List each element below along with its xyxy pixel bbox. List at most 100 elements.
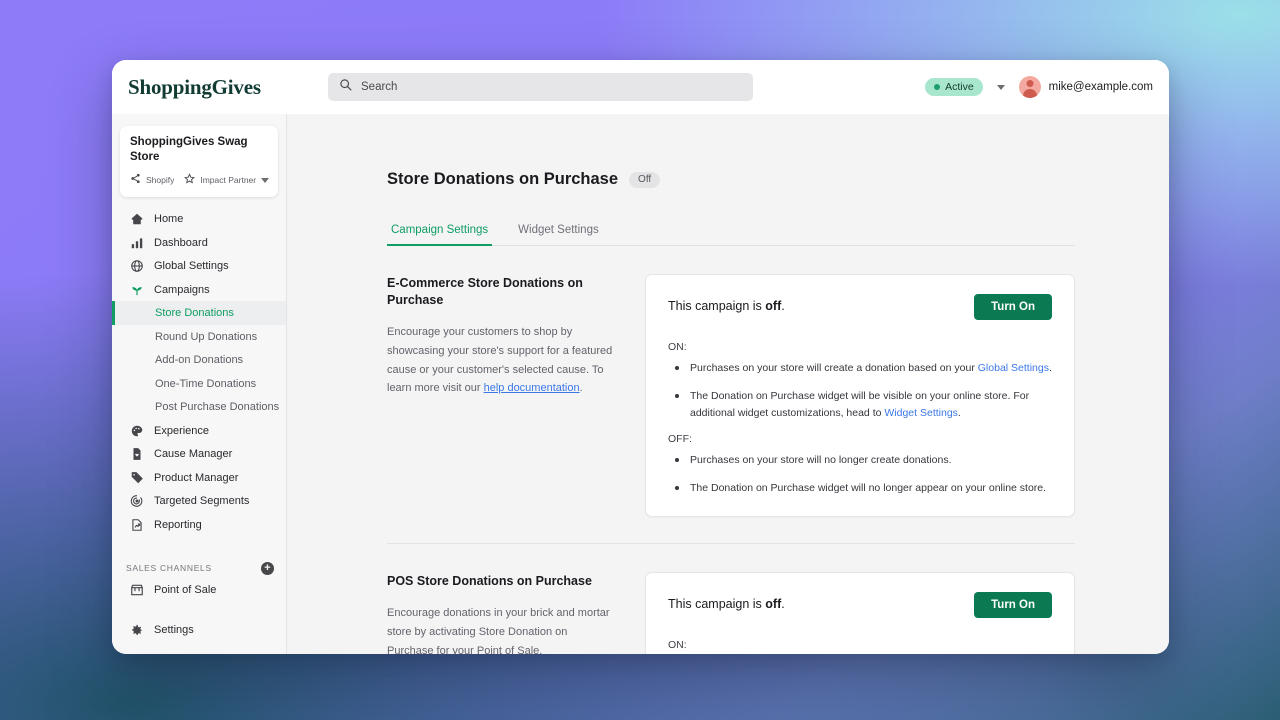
main-content: Store Donations on Purchase Off Campaign… bbox=[287, 114, 1169, 654]
sidebar-item-label: Cause Manager bbox=[154, 448, 233, 461]
sidebar-section-sales-channels: SALES CHANNELS + bbox=[112, 558, 286, 578]
point-text: The Donation on Purchase widget will be … bbox=[690, 390, 1030, 419]
star-icon bbox=[184, 171, 196, 189]
search-input[interactable]: Search bbox=[328, 73, 753, 101]
sidebar-item-label: Dashboard bbox=[154, 236, 208, 249]
point-suffix: . bbox=[957, 406, 961, 419]
tab-widget-settings[interactable]: Widget Settings bbox=[514, 224, 603, 246]
campaign-card-ecommerce: This campaign is off. Turn On ON: Purcha… bbox=[645, 274, 1075, 518]
add-sales-channel-button[interactable]: + bbox=[261, 561, 274, 575]
chevron-down-icon[interactable] bbox=[996, 84, 1005, 90]
status-state: off bbox=[765, 597, 782, 612]
off-label: OFF: bbox=[668, 432, 692, 445]
list-item: The Donation on Purchase widget will be … bbox=[668, 388, 1052, 421]
section-title: E-Commerce Store Donations on Purchase bbox=[387, 276, 583, 307]
status-suffix: . bbox=[781, 299, 785, 313]
sidebar-item-reporting[interactable]: Reporting bbox=[112, 513, 286, 537]
sidebar-item-post-purchase-donations[interactable]: Post Purchase Donations bbox=[112, 395, 286, 419]
sidebar-item-round-up-donations[interactable]: Round Up Donations bbox=[112, 325, 286, 349]
gear-icon bbox=[129, 623, 144, 638]
section-description: Encourage donations in your brick and mo… bbox=[387, 607, 610, 654]
tab-campaign-settings[interactable]: Campaign Settings bbox=[387, 224, 493, 246]
sidebar-subitem-label: Store Donations bbox=[155, 307, 234, 320]
on-label: ON: bbox=[668, 639, 687, 652]
sidebar-item-label: Experience bbox=[154, 424, 210, 437]
brand-logo[interactable]: ShoppingGives bbox=[120, 75, 320, 100]
on-points-list: Purchases on your store will create a do… bbox=[668, 360, 1052, 421]
turn-on-button[interactable]: Turn On bbox=[974, 294, 1052, 320]
heart-doc-icon bbox=[129, 447, 144, 462]
sidebar-item-global-settings[interactable]: Global Settings bbox=[112, 254, 286, 278]
sidebar-item-home[interactable]: Home bbox=[112, 207, 286, 231]
sidebar-item-dashboard[interactable]: Dashboard bbox=[112, 231, 286, 255]
sidebar-subitem-label: Post Purchase Donations bbox=[155, 401, 280, 414]
status-badge-label: Active bbox=[945, 81, 974, 93]
turn-on-button[interactable]: Turn On bbox=[974, 592, 1052, 619]
status-badge[interactable]: Active bbox=[925, 78, 983, 96]
sidebar-bottom: Settings bbox=[112, 619, 286, 655]
on-label: ON: bbox=[668, 341, 687, 353]
avatar bbox=[1018, 76, 1041, 98]
section-title: POS Store Donations on Purchase bbox=[387, 574, 592, 589]
status-state: off bbox=[765, 299, 782, 313]
sidebar-section-label: SALES CHANNELS bbox=[126, 563, 212, 574]
point-suffix: . bbox=[1048, 362, 1052, 374]
global-settings-link[interactable]: Global Settings bbox=[978, 362, 1049, 374]
off-points-list: Purchases on your store will no longer c… bbox=[668, 452, 1052, 497]
store-selector-card[interactable]: ShoppingGives Swag Store Shopify Impact … bbox=[120, 126, 278, 198]
search-placeholder: Search bbox=[361, 81, 398, 93]
sidebar-subitem-label: Round Up Donations bbox=[155, 330, 258, 343]
point-text: Purchases on your store will no longer c… bbox=[690, 453, 952, 466]
sidebar-item-add-on-donations[interactable]: Add-on Donations bbox=[112, 348, 286, 372]
sidebar-item-point-of-sale[interactable]: Point of Sale bbox=[112, 578, 286, 602]
point-text: Purchases on your store will create a do… bbox=[690, 362, 978, 374]
sidebar-item-label: Point of Sale bbox=[154, 584, 217, 597]
sidebar: ShoppingGives Swag Store Shopify Impact … bbox=[112, 114, 287, 654]
sidebar-item-store-donations[interactable]: Store Donations bbox=[112, 301, 286, 325]
section-description-column: POS Store Donations on Purchase Encourag… bbox=[387, 572, 613, 654]
storefront-icon bbox=[129, 583, 144, 598]
report-icon bbox=[129, 517, 144, 532]
sidebar-subitem-label: One-Time Donations bbox=[155, 377, 257, 390]
home-icon bbox=[129, 212, 144, 227]
sidebar-item-label: Targeted Segments bbox=[154, 495, 250, 508]
sidebar-item-settings[interactable]: Settings bbox=[112, 619, 286, 643]
page-title: Store Donations on Purchase bbox=[387, 170, 619, 188]
point-text: The Donation on Purchase widget will no … bbox=[690, 482, 1047, 495]
store-meta: Shopify Impact Partner bbox=[130, 171, 270, 189]
widget-settings-link[interactable]: Widget Settings bbox=[884, 407, 958, 419]
sidebar-nav: Home Dashboard Global Settings Campaigns… bbox=[112, 207, 286, 602]
tag-icon bbox=[129, 470, 144, 485]
section-pos: POS Store Donations on Purchase Encourag… bbox=[387, 543, 1075, 654]
store-chevron-down-icon[interactable] bbox=[261, 177, 270, 183]
sidebar-item-label: Settings bbox=[154, 624, 194, 637]
app-body: ShoppingGives Swag Store Shopify Impact … bbox=[112, 114, 1169, 654]
sprout-icon bbox=[129, 282, 144, 297]
sidebar-item-cause-manager[interactable]: Cause Manager bbox=[112, 442, 286, 466]
help-documentation-link[interactable]: help documentation bbox=[484, 382, 580, 394]
sidebar-item-one-time-donations[interactable]: One-Time Donations bbox=[112, 372, 286, 396]
bar-chart-icon bbox=[129, 235, 144, 250]
section-ecommerce: E-Commerce Store Donations on Purchase E… bbox=[387, 246, 1075, 543]
user-menu[interactable]: mike@example.com bbox=[1018, 76, 1153, 98]
list-item: The Donation on Purchase widget will no … bbox=[668, 480, 1052, 496]
store-partner: Impact Partner bbox=[200, 175, 257, 186]
sidebar-item-product-manager[interactable]: Product Manager bbox=[112, 466, 286, 490]
sidebar-item-campaigns[interactable]: Campaigns bbox=[112, 278, 286, 302]
globe-icon bbox=[129, 259, 144, 274]
page-header: Store Donations on Purchase Off bbox=[287, 114, 1169, 189]
campaign-status-text: This campaign is off. bbox=[668, 592, 785, 611]
status-prefix: This campaign is bbox=[668, 299, 766, 313]
sidebar-item-experience[interactable]: Experience bbox=[112, 419, 286, 443]
page-status-badge: Off bbox=[629, 171, 661, 188]
sidebar-item-label: Home bbox=[154, 213, 184, 226]
store-platform: Shopify bbox=[146, 175, 175, 186]
main-inner: Store Donations on Purchase Off Campaign… bbox=[287, 114, 1169, 654]
sidebar-item-label: Reporting bbox=[154, 518, 202, 531]
target-icon bbox=[129, 494, 144, 509]
store-name: ShoppingGives Swag Store bbox=[130, 136, 248, 163]
sidebar-item-targeted-segments[interactable]: Targeted Segments bbox=[112, 489, 286, 513]
top-bar-right: Active mike@example.com bbox=[925, 76, 1153, 98]
list-item: Purchases on your store will create a do… bbox=[668, 360, 1052, 376]
card-header: This campaign is off. Turn On bbox=[668, 294, 1052, 320]
